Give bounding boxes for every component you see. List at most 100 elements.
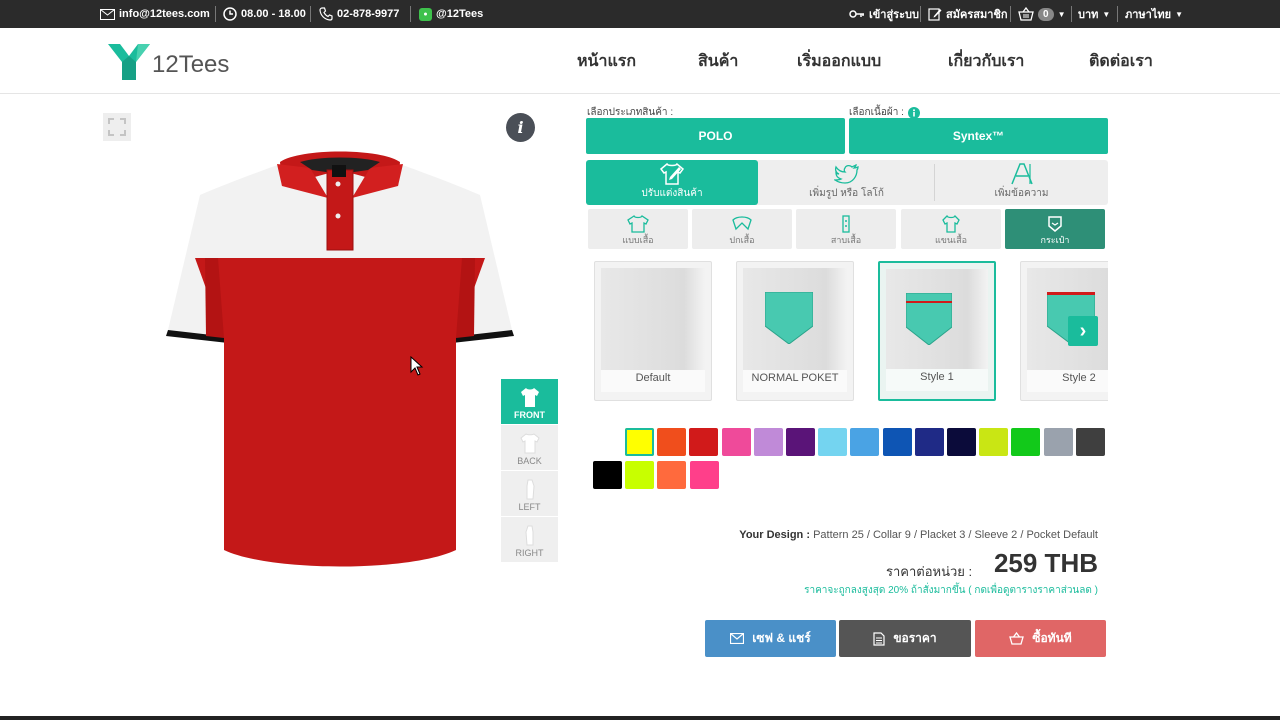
placket-icon xyxy=(842,215,850,233)
color-swatch[interactable] xyxy=(1043,428,1073,456)
part-collar-label: ปกเสื้อ xyxy=(729,235,755,245)
collar-icon xyxy=(732,216,752,231)
part-selector: แบบเสื้อ ปกเสื้อ สาบเสื้อ แขนเสื้อ กระเป… xyxy=(588,209,1108,249)
color-swatch[interactable] xyxy=(947,428,976,456)
save-share-button[interactable]: เซฟ & แชร์ xyxy=(705,620,836,657)
color-swatch[interactable] xyxy=(593,461,622,489)
color-swatch[interactable] xyxy=(914,428,944,456)
tshirt-back-icon xyxy=(519,433,540,454)
design-value: Pattern 25 / Collar 9 / Placket 3 / Slee… xyxy=(813,529,1098,541)
color-swatch[interactable] xyxy=(1011,428,1041,456)
phone-text: 02-878-9977 xyxy=(337,8,400,20)
tab-add-image[interactable]: เพิ่มรูป หรือ โลโก้ xyxy=(758,160,935,205)
nav-products[interactable]: สินค้า xyxy=(698,28,738,94)
design-tabs: ปรับแต่งสินค้า เพิ่มรูป หรือ โลโก้ เพิ่ม… xyxy=(586,160,1108,205)
login-link[interactable]: เข้าสู่ระบบ xyxy=(849,0,919,28)
logo[interactable]: 12Tees xyxy=(108,42,229,80)
color-swatch[interactable] xyxy=(689,461,719,489)
pocket-option-normal[interactable]: NORMAL POKET xyxy=(736,261,854,401)
design-summary: Your Design : Pattern 25 / Collar 9 / Pl… xyxy=(739,529,1098,541)
register-text: สมัครสมาชิก xyxy=(946,9,1008,21)
pocket-option-label: Default xyxy=(635,372,671,384)
tshirt-icon xyxy=(627,215,649,233)
cart-count-badge: 0 xyxy=(1038,7,1054,21)
color-swatch[interactable] xyxy=(689,428,719,456)
divider xyxy=(1071,6,1072,22)
request-quote-label: ขอราคา xyxy=(893,631,937,645)
tab-add-text[interactable]: เพิ่มข้อความ xyxy=(935,160,1108,205)
fabric-select[interactable]: Syntex™ xyxy=(849,118,1108,154)
color-swatch[interactable] xyxy=(753,428,783,456)
view-back-label: BACK xyxy=(517,456,542,466)
part-placket[interactable]: สาบเสื้อ xyxy=(796,209,896,249)
part-collar[interactable]: ปกเสื้อ xyxy=(692,209,792,249)
pocket-shape-icon xyxy=(906,293,952,345)
language-dropdown[interactable]: ภาษาไทย ▼ xyxy=(1125,0,1183,28)
site-header: 12Tees หน้าแรก สินค้า เริ่มออกแบบ เกี่ยว… xyxy=(0,28,1280,94)
pocket-option-style1[interactable]: Style 1 xyxy=(878,261,996,401)
pocket-shape-icon xyxy=(765,292,813,344)
mouse-cursor-icon xyxy=(410,356,424,376)
envelope-icon xyxy=(100,8,115,20)
text-a-icon xyxy=(1010,163,1033,185)
register-link[interactable]: สมัครสมาชิก xyxy=(928,0,1008,28)
discount-note-link[interactable]: ราคาจะถูกลงสูงสุด 20% ถ้าสั่งมากขึ้น ( ก… xyxy=(804,583,1098,598)
color-swatch[interactable] xyxy=(882,428,912,456)
email-text: info@12tees.com xyxy=(119,8,210,20)
pocket-style-carousel: Default NORMAL POKET Style 1 Style 2 xyxy=(590,258,1108,404)
nav-about[interactable]: เกี่ยวกับเรา xyxy=(948,28,1024,94)
divider xyxy=(1117,6,1118,22)
pocket-option-label: Style 2 xyxy=(1062,372,1096,384)
fullscreen-button[interactable] xyxy=(103,113,131,141)
part-pocket[interactable]: กระเป๋า xyxy=(1005,209,1105,249)
color-swatch[interactable] xyxy=(625,461,655,489)
product-type-select[interactable]: POLO xyxy=(586,118,845,154)
nav-contact[interactable]: ติดต่อเรา xyxy=(1089,28,1153,94)
shirt-edit-icon xyxy=(659,162,685,185)
view-right-button[interactable]: RIGHT xyxy=(501,517,558,563)
color-swatch[interactable] xyxy=(657,461,687,489)
logo-mark-icon xyxy=(108,44,150,80)
color-swatch[interactable] xyxy=(657,428,687,456)
divider xyxy=(1010,6,1011,22)
nav-home[interactable]: หน้าแรก xyxy=(577,28,636,94)
view-front-button[interactable]: FRONT xyxy=(501,379,558,425)
part-shirt-style[interactable]: แบบเสื้อ xyxy=(588,209,688,249)
tab-customize[interactable]: ปรับแต่งสินค้า xyxy=(586,160,758,205)
color-swatch[interactable] xyxy=(818,428,848,456)
color-swatch[interactable] xyxy=(721,428,751,456)
view-back-button[interactable]: BACK xyxy=(501,425,558,471)
email-link[interactable]: info@12tees.com xyxy=(100,0,210,28)
color-swatch[interactable] xyxy=(1075,428,1105,456)
twitter-bird-icon xyxy=(833,164,859,184)
language-text: ภาษาไทย xyxy=(1125,9,1172,21)
info-button[interactable]: i xyxy=(506,113,535,142)
part-shirt-style-label: แบบเสื้อ xyxy=(622,235,654,245)
clock-icon xyxy=(223,7,237,21)
tab-add-text-label: เพิ่มข้อความ xyxy=(994,188,1049,199)
cart-button[interactable]: 0 ▼ xyxy=(1018,0,1065,28)
bottom-bar xyxy=(0,716,1280,720)
info-circle-icon[interactable] xyxy=(907,106,920,119)
color-swatch[interactable] xyxy=(786,428,815,456)
currency-dropdown[interactable]: บาท ▼ xyxy=(1078,0,1110,28)
line-link[interactable]: ● @12Tees xyxy=(419,0,483,28)
request-quote-button[interactable]: ขอราคา xyxy=(839,620,971,657)
divider xyxy=(310,6,311,22)
carousel-next-button[interactable]: › xyxy=(1068,316,1098,346)
color-swatch[interactable] xyxy=(850,428,880,456)
phone-link[interactable]: 02-878-9977 xyxy=(319,0,399,28)
hours-text: 08.00 - 18.00 xyxy=(241,8,306,20)
currency-text: บาท xyxy=(1078,9,1099,21)
nav-start-design[interactable]: เริ่มออกแบบ xyxy=(797,28,881,94)
pocket-option-default[interactable]: Default xyxy=(594,261,712,401)
part-sleeve-label: แขนเสื้อ xyxy=(934,235,968,245)
buy-now-button[interactable]: ซื้อทันที xyxy=(975,620,1106,657)
part-sleeve[interactable]: แขนเสื้อ xyxy=(901,209,1001,249)
tshirt-right-icon xyxy=(524,525,533,546)
view-left-button[interactable]: LEFT xyxy=(501,471,558,517)
chevron-right-icon: › xyxy=(1079,319,1087,342)
document-icon xyxy=(873,631,885,646)
color-swatch[interactable] xyxy=(979,428,1009,456)
color-swatch[interactable] xyxy=(625,428,654,456)
